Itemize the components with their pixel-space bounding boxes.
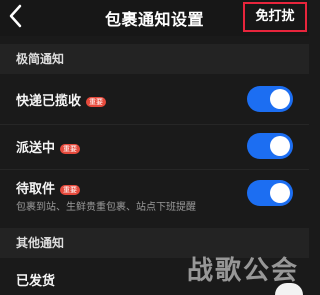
header-bar: 包裹通知设置 免打扰 xyxy=(0,0,309,36)
setting-label-text: 已发货 xyxy=(16,274,56,289)
setting-label: 派送中 重要 xyxy=(16,137,81,156)
toggle-knob xyxy=(270,136,290,156)
setting-label-text: 待取件 xyxy=(16,182,56,197)
setting-label-text: 快递已揽收 xyxy=(16,94,82,109)
important-badge: 重要 xyxy=(60,143,81,154)
setting-row-awaiting-pickup: 待取件 重要 包裹到站、生鲜贵重包裹、站点下班提醒 xyxy=(0,170,309,226)
important-badge: 重要 xyxy=(60,184,81,195)
do-not-disturb-button[interactable]: 免打扰 xyxy=(243,2,307,32)
setting-label: 待取件 重要 xyxy=(16,178,81,197)
important-badge: 重要 xyxy=(86,96,107,107)
setting-label: 已发货 xyxy=(16,270,55,289)
setting-row-delivering: 派送中 重要 xyxy=(0,125,309,169)
toggle-knob xyxy=(270,183,290,203)
section-header-minimal: 极简通知 xyxy=(0,44,309,74)
delivering-toggle[interactable] xyxy=(247,133,293,159)
picked-up-toggle[interactable] xyxy=(247,86,293,112)
setting-row-picked-up: 快递已揽收 重要 xyxy=(0,74,309,124)
setting-label-text: 派送中 xyxy=(16,141,56,156)
setting-label: 快递已揽收 重要 xyxy=(16,90,107,109)
toggle-knob xyxy=(270,89,290,109)
setting-description: 包裹到站、生鲜贵重包裹、站点下班提醒 xyxy=(16,202,196,213)
watermark-logo: 战歌公会 xyxy=(186,256,299,286)
awaiting-pickup-toggle[interactable] xyxy=(247,180,293,206)
